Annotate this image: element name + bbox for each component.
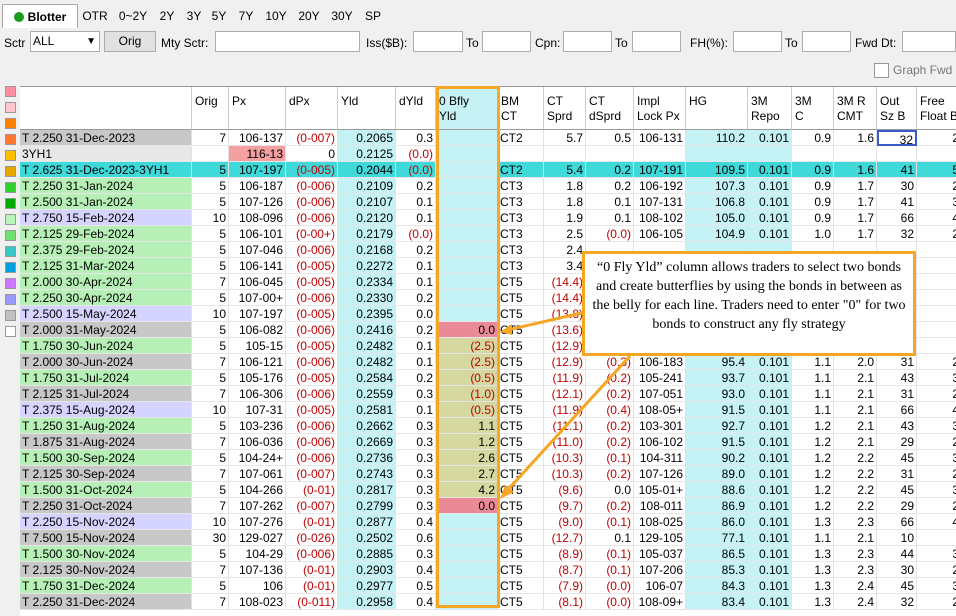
callout-note: “0 Fly Yld” column allows traders to sel… [582,251,916,356]
arrow-upper [502,310,587,333]
arrow-lower [501,354,632,497]
arrow-upper-head [500,324,512,335]
